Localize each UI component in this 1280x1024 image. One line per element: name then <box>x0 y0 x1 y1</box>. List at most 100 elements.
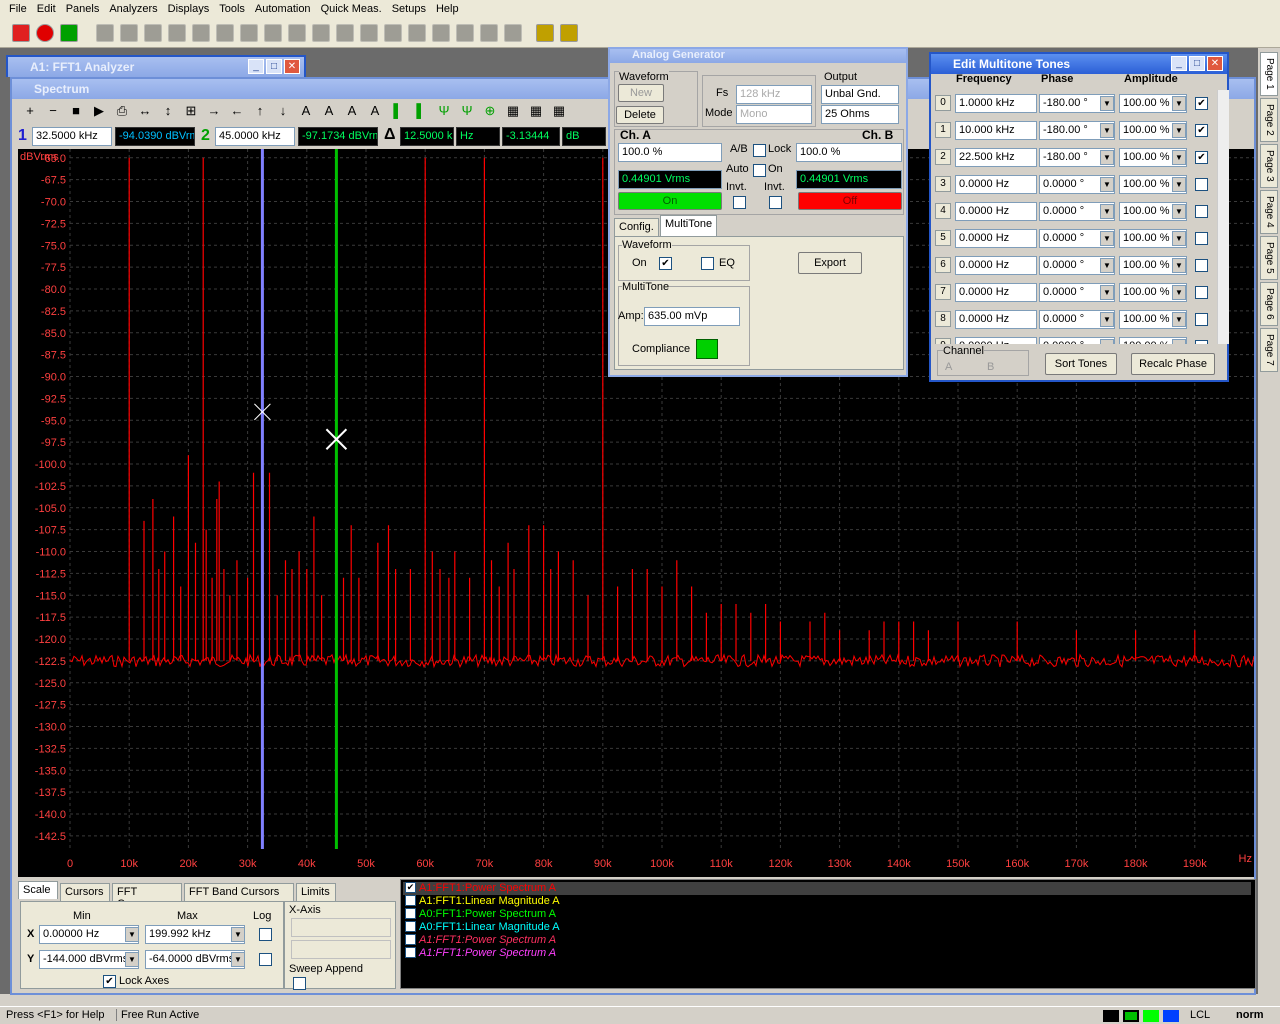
legend-row[interactable]: A1:FFT1:Power Spectrum A <box>403 947 1251 960</box>
y-min-field[interactable]: -144.000 dBVrms <box>39 950 139 969</box>
delta-unit-select[interactable]: Hz <box>456 127 500 146</box>
filter-icon[interactable] <box>384 24 402 42</box>
tone-frequency-field[interactable]: 0.0000 Hz <box>955 202 1037 221</box>
spectrum-tool-icon-4[interactable]: ⎙ <box>112 101 132 121</box>
spectrum-tool-icon-13[interactable]: A <box>319 101 339 121</box>
chevron-down-icon[interactable]: ▼ <box>1100 204 1114 219</box>
tone-frequency-field[interactable]: 0.0000 Hz <box>955 337 1037 344</box>
spectrum-tool-icon-21[interactable]: ▦ <box>503 101 523 121</box>
chevron-down-icon[interactable]: ▼ <box>125 952 139 967</box>
menu-item-9[interactable]: Help <box>431 3 464 15</box>
tone-enable-checkbox[interactable]: ✔ <box>1195 151 1208 164</box>
sweep-append-checkbox[interactable] <box>293 977 306 990</box>
tab-cursors[interactable]: Cursors <box>60 883 110 901</box>
tone-frequency-field[interactable]: 10.000 kHz <box>955 121 1037 140</box>
minimize-button[interactable]: _ <box>248 59 264 74</box>
page-tab-7[interactable]: Page 7 <box>1260 328 1278 372</box>
channel-b-radio[interactable]: B <box>987 361 994 373</box>
a0-icon[interactable] <box>536 24 554 42</box>
tone-frequency-field[interactable]: 22.500 kHz <box>955 148 1037 167</box>
legend-row[interactable]: A1:FFT1:Power Spectrum A <box>403 934 1251 947</box>
menu-item-5[interactable]: Tools <box>214 3 250 15</box>
spectrum-tool-icon-0[interactable]: + <box>20 101 40 121</box>
legend-row[interactable]: A0:FFT1:Power Spectrum A <box>403 908 1251 921</box>
delete-waveform-button[interactable]: Delete <box>616 106 664 124</box>
tab-limits[interactable]: Limits <box>296 883 336 901</box>
spectrum-tool-icon-3[interactable]: ▶ <box>89 101 109 121</box>
chevron-down-icon[interactable]: ▼ <box>1172 339 1186 344</box>
speaker-icon[interactable] <box>240 24 258 42</box>
legend-row[interactable]: A1:FFT1:Linear Magnitude A <box>403 895 1251 908</box>
chevron-down-icon[interactable]: ▼ <box>1172 285 1186 300</box>
menu-item-4[interactable]: Displays <box>163 3 215 15</box>
tone-enable-checkbox[interactable] <box>1195 286 1208 299</box>
chevron-down-icon[interactable]: ▼ <box>231 927 245 942</box>
tone-enable-checkbox[interactable]: ✔ <box>1195 97 1208 110</box>
page-tab-3[interactable]: Page 3 <box>1260 144 1278 188</box>
tab-scale[interactable]: Scale <box>18 881 58 899</box>
chb-off-button[interactable]: Off <box>798 192 902 210</box>
settings-icon[interactable] <box>360 24 378 42</box>
mode-select[interactable]: Mono <box>736 105 812 124</box>
chevron-down-icon[interactable]: ▼ <box>1172 177 1186 192</box>
export-button[interactable]: Export <box>798 252 862 274</box>
tone-frequency-field[interactable]: 0.0000 Hz <box>955 310 1037 329</box>
amp-field[interactable]: 635.00 mVp <box>644 307 740 326</box>
cursor-icon[interactable] <box>216 24 234 42</box>
spectrum-tool-icon-11[interactable]: ↓ <box>273 101 293 121</box>
xaxis-select-2[interactable] <box>291 940 391 959</box>
chb-vrms-field[interactable]: 0.44901 Vrms <box>796 170 902 189</box>
cha-invert-checkbox[interactable] <box>733 196 746 209</box>
sort-tones-button[interactable]: Sort Tones <box>1045 353 1117 375</box>
x-min-field[interactable]: 0.00000 Hz <box>39 925 139 944</box>
cursor1-freq-field[interactable]: 32.5000 kHz <box>32 127 112 146</box>
chevron-down-icon[interactable]: ▼ <box>1100 150 1114 165</box>
legend-row[interactable]: ✔ A1:FFT1:Power Spectrum A <box>403 882 1251 895</box>
tone-enable-checkbox[interactable] <box>1195 313 1208 326</box>
spectrum-tool-icon-22[interactable]: ▦ <box>526 101 546 121</box>
legend-checkbox[interactable] <box>405 947 416 958</box>
spectrum-tool-icon-10[interactable]: ↑ <box>250 101 270 121</box>
close-button[interactable]: ✕ <box>1207 56 1223 71</box>
chevron-down-icon[interactable]: ▼ <box>1172 204 1186 219</box>
spectrum-tool-icon-5[interactable]: ↔ <box>135 101 155 121</box>
tone-frequency-field[interactable]: 1.0000 kHz <box>955 94 1037 113</box>
channel-a-radio[interactable]: A <box>945 361 952 373</box>
legend-checkbox[interactable] <box>405 934 416 945</box>
y-log-checkbox[interactable] <box>259 953 272 966</box>
recalc-phase-button[interactable]: Recalc Phase <box>1131 353 1215 375</box>
chevron-down-icon[interactable]: ▼ <box>1172 123 1186 138</box>
legend-checkbox[interactable] <box>405 895 416 906</box>
maximize-button[interactable]: □ <box>266 59 282 74</box>
legend-checkbox[interactable]: ✔ <box>405 882 416 893</box>
tone-enable-checkbox[interactable] <box>1195 259 1208 272</box>
fs-select[interactable]: 128 kHz <box>736 85 812 104</box>
chb-amplitude-select[interactable]: 100.0 % <box>796 143 902 162</box>
ab-checkbox[interactable] <box>753 144 766 157</box>
globe-icon[interactable] <box>288 24 306 42</box>
tone-enable-checkbox[interactable] <box>1195 178 1208 191</box>
spectrum-tool-icon-20[interactable]: ⊕ <box>480 101 500 121</box>
chevron-down-icon[interactable]: ▼ <box>1172 258 1186 273</box>
waveform-on-checkbox[interactable]: ✔ <box>659 257 672 270</box>
a1-icon[interactable] <box>560 24 578 42</box>
tab-config[interactable]: Config. <box>614 218 659 236</box>
spectrum-tool-icon-8[interactable]: → <box>204 101 224 121</box>
x-max-field[interactable]: 199.992 kHz <box>145 925 245 944</box>
spectrum-tool-icon-17[interactable]: ▌ <box>411 101 431 121</box>
tone-enable-checkbox[interactable] <box>1195 205 1208 218</box>
page-tab-4[interactable]: Page 4 <box>1260 190 1278 234</box>
legend-row[interactable]: A0:FFT1:Linear Magnitude A <box>403 921 1251 934</box>
eq-checkbox[interactable] <box>701 257 714 270</box>
chevron-down-icon[interactable]: ▼ <box>1172 150 1186 165</box>
page-tab-6[interactable]: Page 6 <box>1260 282 1278 326</box>
analyzer-icon[interactable] <box>120 24 138 42</box>
spectrum-tool-icon-19[interactable]: Ψ <box>457 101 477 121</box>
tone-frequency-field[interactable]: 0.0000 Hz <box>955 175 1037 194</box>
menu-item-1[interactable]: Edit <box>32 3 61 15</box>
chb-invert-checkbox[interactable] <box>769 196 782 209</box>
record-start-icon[interactable] <box>12 24 30 42</box>
chevron-down-icon[interactable]: ▼ <box>1172 96 1186 111</box>
menu-item-6[interactable]: Automation <box>250 3 316 15</box>
menu-item-7[interactable]: Quick Meas. <box>316 3 387 15</box>
